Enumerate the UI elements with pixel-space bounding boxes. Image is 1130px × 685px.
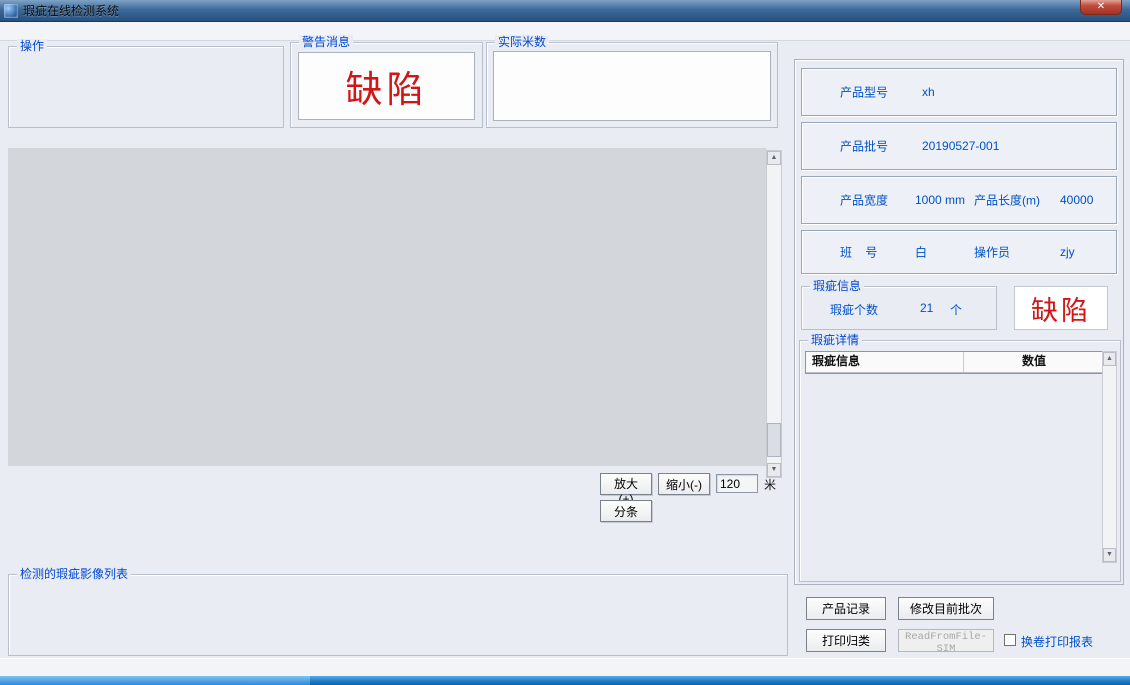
meters-group: 实际米数 — [486, 42, 778, 128]
defect-count-label: 瑕疵个数 — [830, 301, 878, 318]
product-width-label: 产品宽度 — [840, 192, 888, 209]
defect-alert-box: 缺陷 — [1014, 286, 1108, 330]
warning-group: 警告消息 缺陷 — [290, 42, 483, 128]
defect-images-group: 检测的瑕疵影像列表 — [8, 574, 788, 656]
warning-group-label: 警告消息 — [299, 35, 353, 49]
product-length-value: 40000 — [1060, 193, 1093, 207]
meters-box — [493, 51, 771, 121]
table-scroll-up-icon[interactable]: ▲ — [1103, 352, 1116, 366]
meters-unit-label: 米 — [764, 476, 776, 493]
product-width-value: 1000 mm — [915, 193, 965, 207]
read-from-file-sim-button[interactable]: ReadFromFile-SIM — [898, 629, 994, 652]
warning-text: 缺陷 — [299, 53, 474, 119]
print-report-checkbox-label: 换卷打印报表 — [1021, 633, 1093, 650]
statusbar — [0, 658, 1130, 676]
defect-summary-group: 瑕疵信息 瑕疵个数 21 个 — [801, 286, 997, 330]
zoom-out-button[interactable]: 缩小(-) — [658, 473, 710, 495]
scroll-down-icon[interactable]: ▼ — [767, 463, 781, 477]
defect-detail-group-label: 瑕疵详情 — [808, 333, 862, 347]
distribution-plots-panel — [8, 148, 766, 466]
modify-batch-button[interactable]: 修改目前批次 — [898, 597, 994, 620]
product-model-label: 产品型号 — [840, 84, 888, 101]
range-meters-input[interactable] — [716, 474, 758, 493]
product-record-button[interactable]: 产品记录 — [806, 597, 886, 620]
operation-group: 操作 — [8, 46, 284, 128]
product-length-label: 产品长度(m) — [974, 192, 1040, 209]
product-size-row: 产品宽度 1000 mm 产品长度(m) 40000 — [801, 176, 1117, 224]
defect-count-value: 21 — [920, 301, 933, 315]
product-model-value: xh — [922, 85, 935, 99]
zoom-in-button[interactable]: 放大(+) — [600, 473, 652, 495]
table-scroll-down-icon[interactable]: ▼ — [1103, 548, 1116, 562]
plots-scrollbar-thumb[interactable] — [767, 423, 781, 457]
app-logo-icon — [4, 4, 18, 18]
defect-images-group-label: 检测的瑕疵影像列表 — [17, 567, 131, 581]
product-batch-value: 20190527-001 — [922, 139, 999, 153]
col-header-value: 数值 — [964, 352, 1104, 372]
defect-detail-group: 瑕疵详情 瑕疵信息 数值 ▲ ▼ — [799, 340, 1121, 582]
shift-operator-row: 班 号 白 操作员 zjy — [801, 230, 1117, 274]
shift-label: 班 号 — [840, 244, 877, 261]
product-batch-row: 产品批号 20190527-001 — [801, 122, 1117, 170]
operator-value: zjy — [1060, 245, 1075, 259]
product-model-row: 产品型号 xh — [801, 68, 1117, 116]
defect-detail-table: 瑕疵信息 数值 — [805, 351, 1105, 374]
table-scrollbar[interactable]: ▲ ▼ — [1102, 351, 1117, 563]
window-title: 瑕疵在线检测系统 — [23, 2, 119, 19]
menubar — [0, 22, 1130, 41]
meters-group-label: 实际米数 — [495, 35, 549, 49]
warning-box: 缺陷 — [298, 52, 475, 120]
close-button[interactable]: ✕ — [1080, 0, 1122, 15]
windows-taskbar[interactable] — [0, 676, 1130, 685]
col-header-info: 瑕疵信息 — [806, 352, 964, 372]
print-classify-button[interactable]: 打印归类 — [806, 629, 886, 652]
titlebar: 瑕疵在线检测系统 ✕ — [0, 0, 1130, 22]
defect-summary-group-label: 瑕疵信息 — [810, 279, 864, 293]
defect-count-unit: 个 — [950, 301, 962, 318]
operation-group-label: 操作 — [17, 39, 47, 53]
shift-value: 白 — [915, 244, 927, 261]
operator-label: 操作员 — [974, 244, 1010, 261]
scroll-up-icon[interactable]: ▲ — [767, 151, 781, 165]
split-strip-button[interactable]: 分条 — [600, 500, 652, 522]
product-batch-label: 产品批号 — [840, 138, 888, 155]
plots-scrollbar[interactable]: ▲ ▼ — [766, 150, 782, 478]
basic-info-page: 产品型号 xh 产品批号 20190527-001 产品宽度 1000 mm 产… — [794, 59, 1124, 585]
table-header-row: 瑕疵信息 数值 — [806, 352, 1104, 373]
print-report-checkbox[interactable] — [1004, 634, 1016, 646]
